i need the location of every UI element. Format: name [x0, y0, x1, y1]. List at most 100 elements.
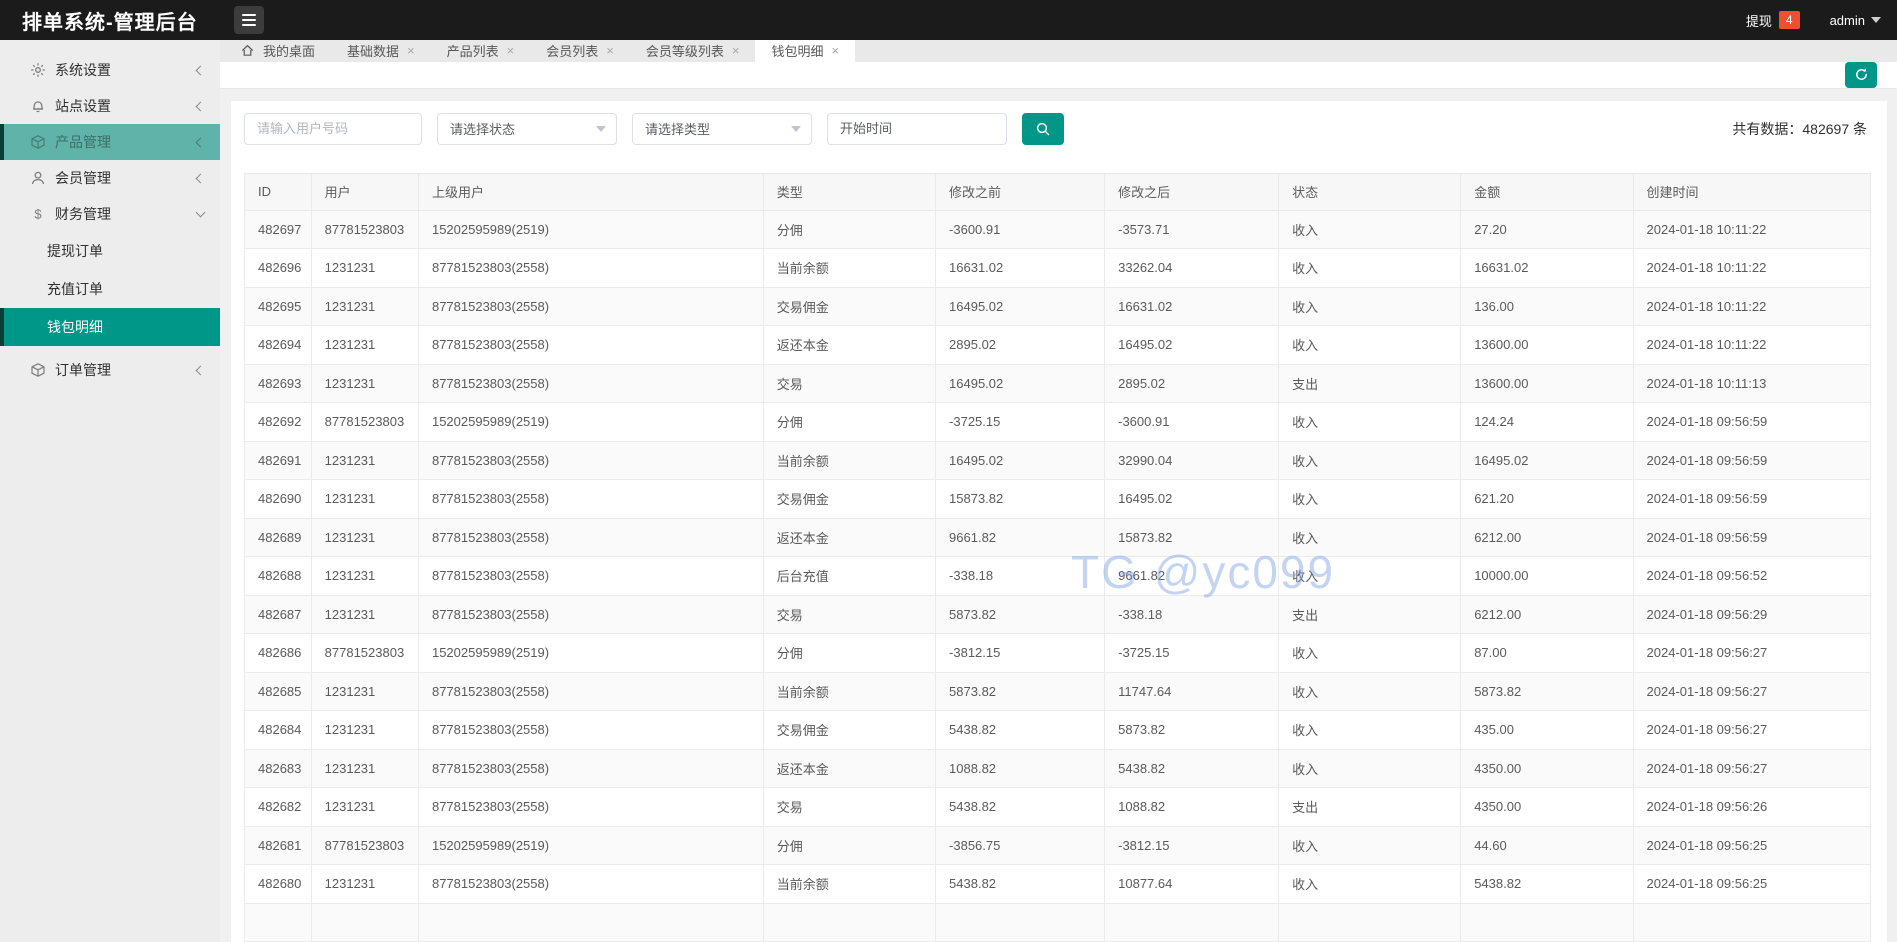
content-panel: 请选择状态 请选择类型 共有数据：482697 条 [231, 100, 1887, 942]
table-cell: 1231231 [310, 710, 419, 750]
table-cell: 5438.82 [1104, 748, 1280, 788]
refresh-button[interactable] [1845, 61, 1877, 88]
table-row: 482690 1231231 87781523803(2558) 交易佣金 15873.… [244, 479, 1872, 519]
table-cell: 5873.82 [1460, 671, 1634, 711]
column-header: 上级用户 [417, 172, 764, 211]
chevron-left-icon [195, 65, 206, 75]
type-select[interactable]: 请选择类型 [632, 112, 812, 145]
column-header: 修改之前 [935, 172, 1106, 211]
svg-text:$: $ [34, 207, 42, 222]
user-menu[interactable]: admin [1830, 13, 1881, 28]
table-cell: 15873.82 [935, 479, 1106, 519]
table-cell: 分佣 [762, 825, 937, 865]
table-cell: 10000.00 [1460, 556, 1634, 596]
table-cell: 482691 [244, 440, 312, 480]
table-cell: 2024-01-18 09:56:52 [1632, 556, 1872, 596]
table-cell: 1231231 [310, 363, 419, 403]
table-cell [1278, 902, 1462, 942]
sidebar-toggle-button[interactable] [234, 6, 264, 34]
table-cell: 收入 [1278, 864, 1462, 904]
tab-0[interactable]: 我的桌面 [224, 40, 331, 62]
sidebar-item-3[interactable]: 会员管理 [0, 160, 220, 196]
withdraw-notice-link[interactable]: 提现 [1746, 11, 1772, 30]
table-cell: 87781523803(2558) [417, 363, 764, 403]
table-cell [417, 902, 764, 942]
tab-3[interactable]: 会员列表 × [530, 40, 630, 62]
table-cell: -3812.15 [1104, 825, 1280, 865]
table-cell: 10877.64 [1104, 864, 1280, 904]
close-icon[interactable]: × [732, 44, 740, 57]
table-cell: 87781523803(2558) [417, 248, 764, 288]
search-button[interactable] [1022, 112, 1064, 145]
table-cell: 2024-01-18 10:11:22 [1632, 286, 1872, 326]
sidebar-item-label: 财务管理 [55, 206, 111, 222]
tab-1[interactable]: 基础数据 × [331, 40, 431, 62]
table-row: 482692 87781523803 15202595989(2519) 分佣 -372… [244, 402, 1872, 442]
table-cell: 交易 [762, 363, 937, 403]
table-cell: 交易佣金 [762, 286, 937, 326]
table-cell: 1231231 [310, 864, 419, 904]
sidebar-item-0[interactable]: 系统设置 [0, 52, 220, 88]
table-cell: 44.60 [1460, 825, 1634, 865]
table-cell: 13600.00 [1460, 363, 1634, 403]
table-cell: -3725.15 [935, 402, 1106, 442]
table-cell: 621.20 [1460, 479, 1634, 519]
tab-2[interactable]: 产品列表 × [431, 40, 531, 62]
sidebar-item-1[interactable]: 站点设置 [0, 88, 220, 124]
sidebar-item-5[interactable]: 订单管理 [0, 352, 220, 388]
sidebar-subitem-4-2[interactable]: 钱包明细 [0, 308, 220, 346]
table-cell: 16631.02 [1104, 286, 1280, 326]
table-cell: 分佣 [762, 633, 937, 673]
table-cell: 87781523803(2558) [417, 710, 764, 750]
hamburger-icon [242, 14, 256, 16]
close-icon[interactable]: × [606, 44, 614, 57]
table-cell: 87781523803(2558) [417, 787, 764, 827]
chevron-down-icon [791, 125, 801, 132]
table-cell: 5438.82 [935, 710, 1106, 750]
table-cell: 6212.00 [1460, 594, 1634, 634]
user-number-input[interactable] [244, 112, 422, 145]
table-cell: 2024-01-18 09:56:27 [1632, 710, 1872, 750]
table-cell: 收入 [1278, 517, 1462, 557]
table-cell: 87781523803(2558) [417, 440, 764, 480]
tab-label: 会员等级列表 [645, 44, 724, 60]
sidebar-subitem-4-0[interactable]: 提现订单 [0, 232, 220, 270]
sidebar-subitem-4-1[interactable]: 充值订单 [0, 270, 220, 308]
table-row: 482689 1231231 87781523803(2558) 返还本金 9661.8… [244, 517, 1872, 557]
close-icon[interactable]: × [831, 44, 839, 57]
table-cell: 收入 [1278, 825, 1462, 865]
chevron-left-icon [195, 101, 206, 111]
close-icon[interactable]: × [407, 44, 415, 57]
table-cell: 482689 [244, 517, 312, 557]
table-cell: 5873.82 [935, 594, 1106, 634]
start-time-input[interactable] [827, 112, 1007, 145]
table-cell: 482684 [244, 710, 312, 750]
chevron-down-icon [195, 207, 206, 218]
sidebar-item-4[interactable]: $ 财务管理 [0, 196, 220, 232]
table-cell: 收入 [1278, 325, 1462, 365]
table-cell: -3856.75 [935, 825, 1106, 865]
table-body: 482697 87781523803 15202595989(2519) 分佣 -360… [244, 209, 1872, 942]
column-header: 修改之后 [1104, 172, 1280, 211]
table-cell: 1088.82 [1104, 787, 1280, 827]
table-row: 482682 1231231 87781523803(2558) 交易 5438.82 1… [244, 787, 1872, 827]
column-header: ID [244, 172, 312, 211]
table-cell: 87781523803(2558) [417, 517, 764, 557]
close-icon[interactable]: × [507, 44, 515, 57]
table-cell: 15202595989(2519) [417, 209, 764, 249]
table-cell: 11747.64 [1104, 671, 1280, 711]
table-cell: 6212.00 [1460, 517, 1634, 557]
sidebar-item-2[interactable]: 产品管理 [0, 124, 220, 160]
table-cell: 当前余额 [762, 440, 937, 480]
table-cell: 482688 [244, 556, 312, 596]
table-cell: -3573.71 [1104, 209, 1280, 249]
table-cell: 1231231 [310, 517, 419, 557]
tab-4[interactable]: 会员等级列表 × [630, 40, 756, 62]
table-cell: 87781523803(2558) [417, 556, 764, 596]
table-cell [762, 902, 937, 942]
status-select[interactable]: 请选择状态 [437, 112, 617, 145]
table-cell: 15873.82 [1104, 517, 1280, 557]
table-cell: 收入 [1278, 209, 1462, 249]
tab-5[interactable]: 钱包明细 × [755, 40, 856, 62]
table-row: 482696 1231231 87781523803(2558) 当前余额 16631.… [244, 248, 1872, 288]
